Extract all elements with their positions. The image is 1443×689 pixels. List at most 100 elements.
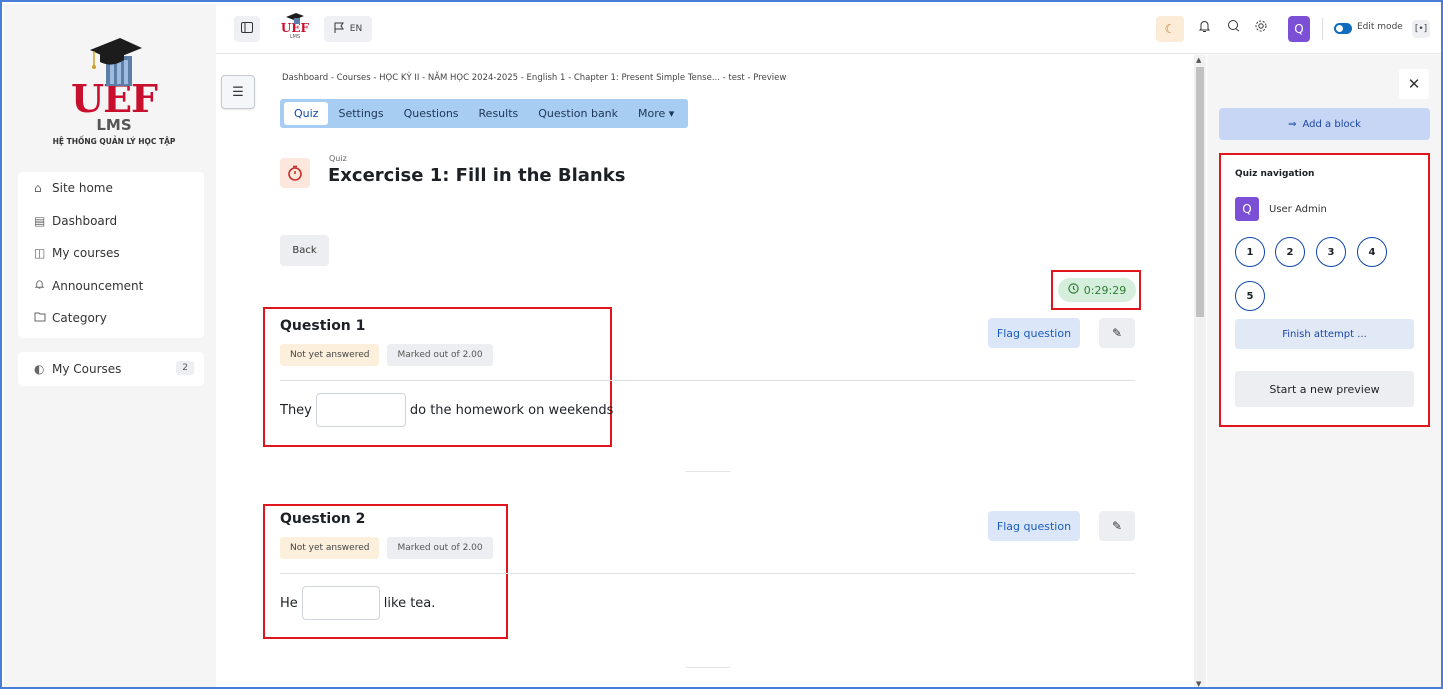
edit-mode-toggle[interactable]	[1334, 23, 1352, 34]
dark-mode-toggle[interactable]: ☾	[1156, 16, 1184, 42]
courses-icon: ◐	[34, 362, 45, 376]
sidebar-item-label: Site home	[52, 181, 113, 196]
edit-question-button[interactable]: ✎	[1099, 511, 1135, 541]
close-icon: ✕	[1407, 75, 1421, 93]
flag-question-button[interactable]: Flag question	[988, 511, 1080, 541]
timer-value: 0:29:29	[1083, 283, 1127, 297]
home-icon: ⌂	[34, 181, 42, 196]
messages-icon[interactable]	[1227, 19, 1241, 37]
tab-quiz[interactable]: Quiz	[284, 102, 329, 125]
finish-attempt-button[interactable]: Finish attempt ...	[1235, 319, 1414, 349]
toggle-knob	[1336, 25, 1343, 32]
count-badge: 2	[176, 361, 194, 375]
sidebar-item-announcement[interactable]: Announcement	[18, 270, 204, 303]
bell-icon[interactable]	[1198, 19, 1211, 37]
graduation-cap-icon	[84, 32, 144, 88]
tab-questions[interactable]: Questions	[394, 102, 469, 125]
menu-lines-icon: ☰	[232, 84, 244, 100]
sidebar-nav: ⌂ Site home ▤ Dashboard ◫ My courses Ann…	[18, 172, 204, 338]
close-drawer-button[interactable]: ✕	[1399, 69, 1429, 99]
question-2: Question 2 Not yet answered Marked out o…	[280, 511, 1135, 620]
sidebar-item-category[interactable]: Category	[18, 302, 204, 335]
quiz-user: Q User Admin	[1235, 197, 1327, 221]
breadcrumb[interactable]: Dashboard - Courses - HỌC KỲ II - NĂM HỌ…	[282, 73, 786, 83]
folder-icon	[34, 311, 52, 325]
sidebar-item-my-courses[interactable]: ◫ My courses	[18, 237, 204, 270]
sidebar-item-label: Category	[52, 311, 107, 326]
tab-results[interactable]: Results	[469, 102, 529, 125]
user-avatar-button[interactable]: Q	[1288, 16, 1310, 42]
scroll-up-icon[interactable]: ▲	[1196, 56, 1201, 64]
back-button[interactable]: Back	[280, 235, 329, 266]
sidebar-item-site-home[interactable]: ⌂ Site home	[18, 172, 204, 205]
sidebar-item-my-courses-section[interactable]: ◐ My Courses 2	[18, 352, 204, 386]
main-scrollbar[interactable]: ▲ ▼	[1194, 55, 1206, 687]
fullscreen-button[interactable]: [•]	[1412, 20, 1430, 38]
pencil-icon: ✎	[1111, 326, 1123, 340]
question-status: Not yet answered	[280, 344, 380, 366]
sidebar-item-label: My Courses	[52, 362, 122, 376]
logo-lms-text: LMS	[96, 116, 132, 134]
uef-logo[interactable]: UEF LMS HỆ THỐNG QUẢN LÝ HỌC TẬP	[44, 32, 184, 146]
sidebar-item-label: My courses	[52, 246, 120, 261]
browser-frame: UEF LMS HỆ THỐNG QUẢN LÝ HỌC TẬP ⌂ Site …	[0, 0, 1443, 689]
question-divider	[280, 380, 1135, 381]
mini-cap-icon	[286, 13, 304, 24]
gear-icon[interactable]	[1254, 19, 1268, 37]
page-kicker: Quiz	[329, 154, 347, 163]
divider	[686, 667, 730, 668]
question-text-before: He	[280, 595, 298, 611]
question-text-before: They	[280, 402, 312, 418]
book-icon: ◫	[34, 246, 46, 261]
block-drawer: ✕ ⇒ Add a block Quiz navigation Q User A…	[1207, 55, 1441, 687]
question-text-after: like tea.	[383, 595, 436, 611]
secondary-nav-tabs: Quiz Settings Questions Results Question…	[280, 99, 689, 128]
language-selector[interactable]: EN	[324, 16, 372, 42]
sidebar-item-label: Announcement	[52, 278, 144, 293]
logo-subtitle: HỆ THỐNG QUẢN LÝ HỌC TẬP	[52, 137, 176, 146]
answer-input[interactable]	[301, 586, 380, 620]
question-marks: Marked out of 2.00	[387, 537, 493, 559]
question-text-after: do the homework on weekends	[409, 402, 614, 418]
edit-question-button[interactable]: ✎	[1099, 318, 1135, 348]
divider	[686, 471, 730, 472]
question-nav-button-1[interactable]: 1	[1235, 237, 1265, 267]
sidebar-item-dashboard[interactable]: ▤ Dashboard	[18, 205, 204, 238]
top-navbar: UEF LMS EN ☾ Q Edit mode [•]	[216, 4, 1441, 54]
question-nav-button-2[interactable]: 2	[1275, 237, 1305, 267]
tab-settings[interactable]: Settings	[328, 102, 393, 125]
bell-icon	[34, 279, 52, 293]
user-name: User Admin	[1269, 203, 1327, 215]
left-sidebar: UEF LMS HỆ THỐNG QUẢN LÝ HỌC TẬP ⌂ Site …	[4, 4, 216, 687]
scrollbar-thumb[interactable]	[1196, 67, 1204, 317]
pencil-icon: ✎	[1111, 519, 1123, 533]
start-new-preview-button[interactable]: Start a new preview	[1235, 371, 1414, 407]
question-divider	[280, 573, 1135, 574]
quiz-icon	[280, 158, 310, 188]
scroll-down-icon[interactable]: ▼	[1196, 680, 1201, 687]
question-marks: Marked out of 2.00	[387, 344, 493, 366]
flag-icon	[334, 22, 344, 37]
quiz-navigation-block: Quiz navigation Q User Admin 1 2 3 4 5 F…	[1219, 153, 1430, 427]
flag-question-button[interactable]: Flag question	[988, 318, 1080, 348]
quiz-timer: 0:29:29	[1058, 278, 1136, 302]
timer-highlight: 0:29:29	[1051, 270, 1141, 310]
question-nav-button-4[interactable]: 4	[1357, 237, 1387, 267]
fullscreen-icon: [•]	[1414, 24, 1428, 34]
small-uef-logo[interactable]: UEF LMS	[278, 10, 312, 50]
add-block-label: Add a block	[1302, 118, 1361, 130]
avatar: Q	[1235, 197, 1259, 221]
tab-more[interactable]: More ▾	[628, 102, 684, 125]
divider	[1322, 18, 1323, 40]
add-block-icon: ⇒	[1288, 118, 1297, 130]
sidebar-toggle-button[interactable]	[234, 16, 260, 42]
edit-mode-label: Edit mode	[1357, 22, 1403, 32]
open-course-index-button[interactable]: ☰	[221, 75, 255, 109]
answer-input[interactable]	[315, 393, 406, 427]
add-block-button[interactable]: ⇒ Add a block	[1219, 108, 1430, 140]
tab-question-bank[interactable]: Question bank	[528, 102, 628, 125]
clock-icon	[1068, 283, 1079, 297]
question-nav-button-3[interactable]: 3	[1316, 237, 1346, 267]
question-nav-button-5[interactable]: 5	[1235, 281, 1265, 311]
sidebar-item-label: Dashboard	[52, 213, 118, 228]
